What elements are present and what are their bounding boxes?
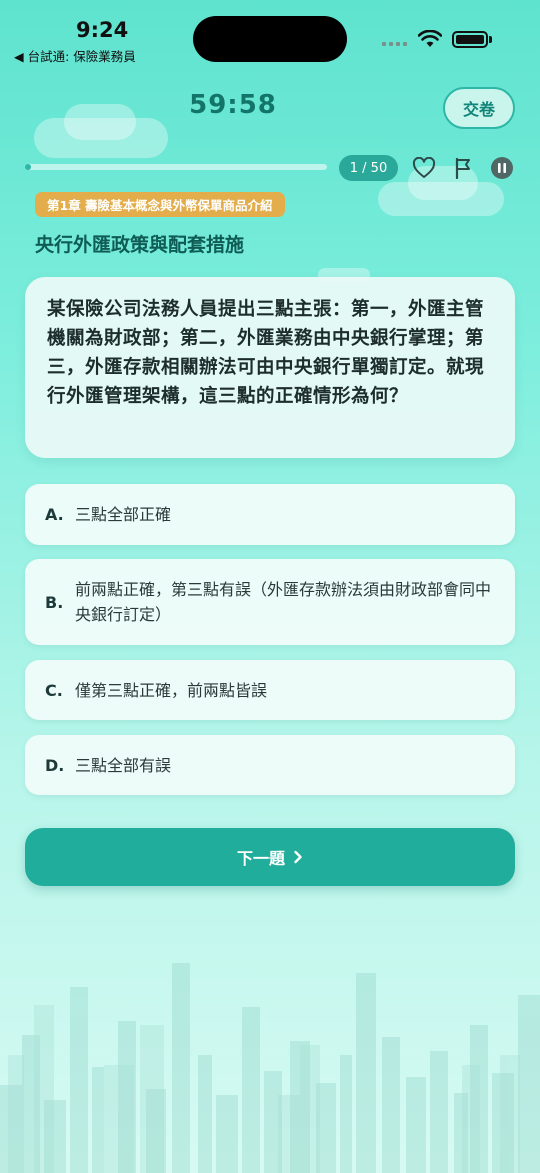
- battery-icon: [452, 31, 488, 48]
- topic-title: 央行外匯政策與配套措施: [35, 234, 245, 256]
- pause-icon[interactable]: [489, 155, 515, 181]
- submit-exam-button[interactable]: 交卷: [443, 87, 515, 129]
- option-c[interactable]: C. 僅第三點正確，前兩點皆誤: [25, 660, 515, 720]
- option-letter: A.: [45, 505, 64, 524]
- option-text: 前兩點正確，第三點有誤（外匯存款辦法須由財政部會同中央銀行訂定）: [75, 580, 492, 624]
- progress-bar: [25, 164, 327, 170]
- flag-icon[interactable]: [450, 155, 476, 181]
- countdown-timer: 59:58: [189, 90, 277, 120]
- option-b[interactable]: B. 前兩點正確，第三點有誤（外匯存款辦法須由財政部會同中央銀行訂定）: [25, 559, 515, 645]
- dynamic-island: [193, 16, 347, 62]
- wifi-icon: [417, 29, 443, 52]
- option-letter: D.: [45, 755, 65, 775]
- cellular-signal-icon: [382, 42, 407, 46]
- option-a[interactable]: A. 三點全部正確: [25, 484, 515, 545]
- option-text: 三點全部正確: [75, 505, 172, 524]
- question-counter: 1 / 50: [339, 155, 398, 181]
- back-to-app-link[interactable]: ◀ 台試通: 保險業務員: [14, 46, 136, 65]
- question-text: 某保險公司法務人員提出三點主張：第一，外匯主管機關為財政部；第二，外匯業務由中央…: [47, 299, 485, 407]
- heart-icon[interactable]: [410, 155, 438, 181]
- status-time: 9:24: [76, 18, 129, 42]
- next-question-button[interactable]: 下一題: [25, 828, 515, 886]
- city-skyline-decoration: [0, 963, 540, 1173]
- option-letter: B.: [45, 592, 64, 612]
- battery-tip: [489, 36, 492, 43]
- option-letter: C.: [45, 680, 63, 700]
- chevron-right-icon: [294, 850, 302, 864]
- option-d[interactable]: D. 三點全部有誤: [25, 735, 515, 795]
- option-text: 三點全部有誤: [75, 755, 172, 775]
- option-text: 僅第三點正確，前兩點皆誤: [75, 680, 268, 700]
- next-question-label: 下一題: [236, 849, 285, 868]
- progress-bar-fill: [25, 164, 32, 170]
- question-card: 某保險公司法務人員提出三點主張：第一，外匯主管機關為財政部；第二，外匯業務由中央…: [25, 277, 515, 458]
- chapter-tag: 第1章 壽險基本概念與外幣保單商品介紹: [35, 192, 285, 217]
